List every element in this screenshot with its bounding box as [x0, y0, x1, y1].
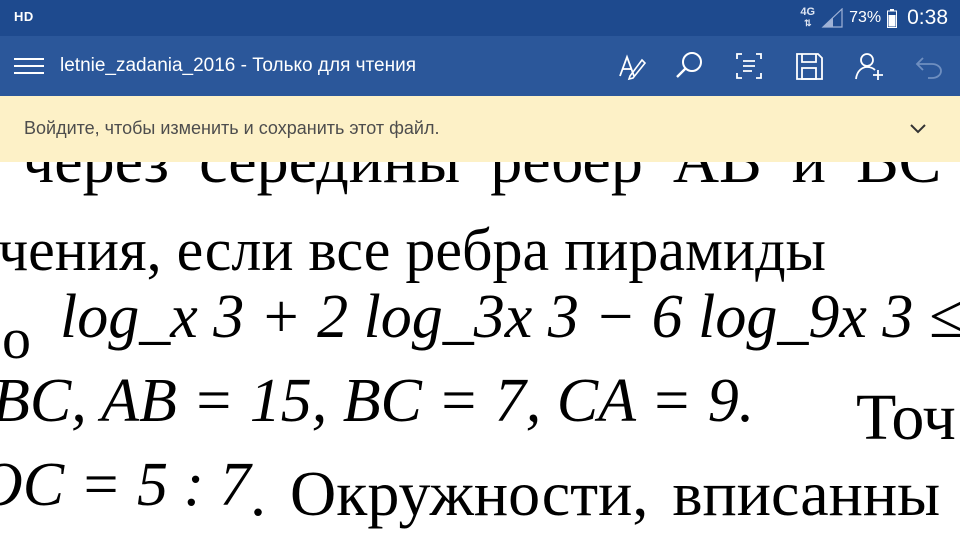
hd-indicator: HD: [14, 9, 34, 24]
search-icon[interactable]: [672, 49, 706, 83]
document-line: о: [2, 306, 31, 371]
network-indicator: 4G ⇅: [800, 7, 815, 29]
menu-icon[interactable]: [12, 50, 46, 82]
chevron-down-icon[interactable]: [904, 115, 932, 143]
reading-view-icon[interactable]: [732, 49, 766, 83]
clock: 0:38: [907, 6, 948, 29]
undo-icon[interactable]: [912, 49, 946, 83]
document-view[interactable]: через середины ребер AB и BC чения, если…: [0, 162, 960, 540]
document-line: . Окружности, вписанны: [250, 458, 941, 529]
network-type-label: 4G: [800, 6, 816, 18]
share-user-icon[interactable]: [852, 49, 886, 83]
status-bar: HD 4G ⇅ 73% 0:38: [0, 0, 960, 36]
sign-in-banner: Войдите, чтобы изменить и сохранить этот…: [0, 96, 960, 162]
status-icons: 4G ⇅ 73% 0:38: [800, 0, 948, 36]
document-line: Точ: [856, 381, 956, 454]
document-line: через середины ребер AB и BC: [22, 162, 941, 193]
data-arrows-icon: ⇅: [803, 18, 812, 28]
math-formula: log_x 3 + 2 log_3x 3 − 6 log_9x 3 ≤ 0.: [60, 283, 960, 351]
math-formula: OC = 5 : 7: [0, 451, 251, 519]
app-toolbar: letnie_zadania_2016 - Только для чтения: [0, 36, 960, 96]
battery-icon: [887, 8, 898, 28]
edit-pen-icon[interactable]: [614, 49, 648, 83]
signal-icon: [821, 8, 843, 28]
math-formula: BC, AB = 15, BC = 7, CA = 9.: [0, 367, 755, 435]
document-title: letnie_zadania_2016 - Только для чтения: [60, 55, 416, 76]
document-line: чения, если все ребра пирамиды: [0, 217, 826, 283]
battery-percent: 73%: [849, 9, 882, 26]
sign-in-message: Войдите, чтобы изменить и сохранить этот…: [24, 118, 440, 138]
save-icon[interactable]: [792, 49, 826, 83]
